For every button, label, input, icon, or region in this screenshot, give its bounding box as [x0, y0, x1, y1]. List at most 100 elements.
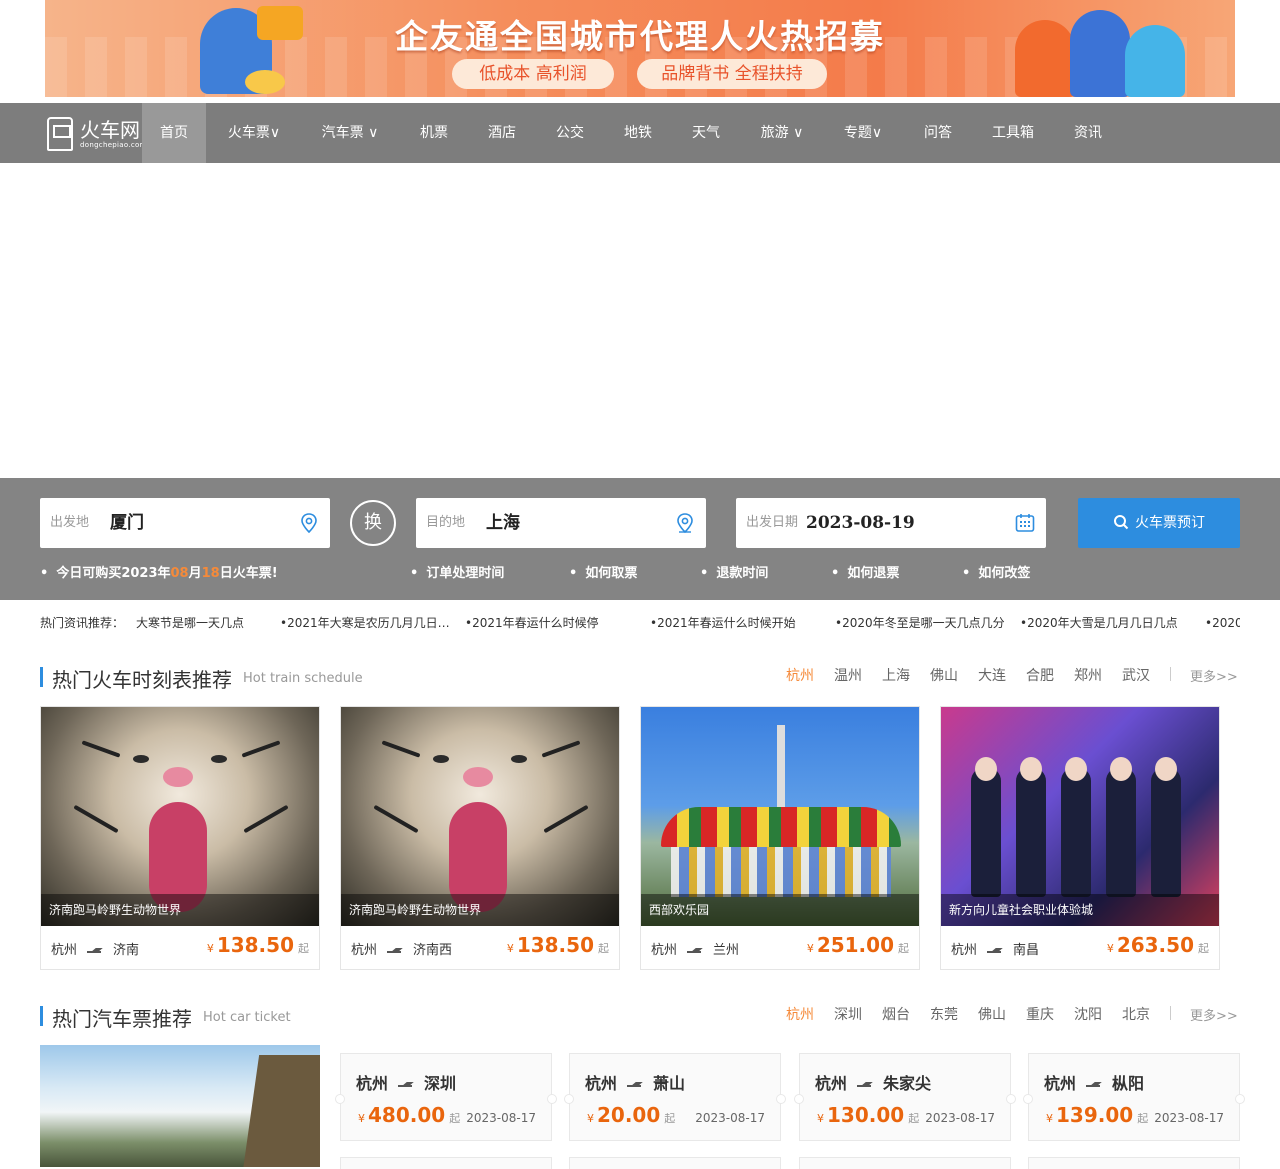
link-refund-time[interactable]: 退款时间 [700, 562, 768, 581]
bus-city-tab[interactable]: 烟台 [882, 1004, 910, 1024]
nav-toolbox[interactable]: 工具箱 [982, 103, 1044, 163]
train-more-link[interactable]: 更多>> [1190, 666, 1238, 685]
news-item[interactable]: •2020年大雪是几月几日几点 [1020, 614, 1178, 630]
photo-detail [463, 767, 493, 787]
nav-weather[interactable]: 天气 [678, 103, 734, 163]
attraction-photo: 新方向儿童社会职业体验城 [941, 707, 1219, 926]
bus-city-tab[interactable]: 重庆 [1026, 1004, 1054, 1024]
bus-route-card[interactable]: 杭州 枞阳 ¥139.00 起 2023-08-17 [1023, 1053, 1245, 1141]
train-city-tab[interactable]: 郑州 [1074, 665, 1102, 685]
news-item[interactable]: •2020年 [1205, 614, 1240, 630]
route-from: 杭州 [585, 1074, 618, 1093]
departure-date-field[interactable]: 出发日期 2023-08-19 [736, 498, 1046, 548]
route-from: 杭州 [815, 1074, 848, 1093]
bus-city-tab[interactable]: 东莞 [930, 1004, 958, 1024]
route-to: 朱家尖 [883, 1074, 932, 1093]
date-label: 出发日期 [746, 515, 799, 530]
presale-notice: 今日可购买2023年08月18日火车票! [40, 562, 277, 581]
book-button-label: 火车票预订 [1135, 515, 1205, 531]
route-to: 深圳 [424, 1074, 457, 1093]
bus-route-card-partial[interactable] [340, 1157, 552, 1169]
photo-detail [1106, 767, 1136, 897]
bus-route-card[interactable]: 杭州 深圳 ¥480.00 起 2023-08-17 [335, 1053, 557, 1141]
train-city-tab[interactable]: 上海 [882, 665, 910, 685]
nav-hotels[interactable]: 酒店 [474, 103, 530, 163]
site-logo[interactable]: 火车网 dongchepiao.com [45, 111, 146, 155]
bus-city-tab[interactable]: 北京 [1122, 1004, 1150, 1024]
link-order-processing-time[interactable]: 订单处理时间 [410, 562, 504, 581]
train-city-tab[interactable]: 温州 [834, 665, 862, 685]
train-route-card[interactable]: 西部欢乐园 杭州 兰州 ¥251.00 起 [640, 706, 920, 970]
link-how-to-collect[interactable]: 如何取票 [569, 562, 637, 581]
book-train-ticket-button[interactable]: 火车票预订 [1078, 498, 1240, 548]
photo-detail [971, 767, 1001, 897]
nav-home[interactable]: 首页 [142, 103, 206, 163]
nav-topics[interactable]: 专题∨ [832, 103, 894, 163]
from-value: 厦门 [110, 513, 144, 533]
nav-metro[interactable]: 地铁 [610, 103, 666, 163]
train-route-card[interactable]: 济南跑马岭野生动物世界 杭州 济南西 ¥138.50 起 [340, 706, 620, 970]
train-arrow-icon [687, 948, 703, 954]
link-how-to-refund[interactable]: 如何退票 [831, 562, 899, 581]
attraction-photo: 济南跑马岭野生动物世界 [41, 707, 319, 926]
bus-route-card-partial[interactable] [799, 1157, 1011, 1169]
promo-banner[interactable]: 企友通全国城市代理人火热招募 低成本 高利润 品牌背书 全程扶持 [45, 0, 1235, 97]
bus-route-card-partial[interactable] [1028, 1157, 1240, 1169]
train-city-tab[interactable]: 武汉 [1122, 665, 1150, 685]
nav-bus-lines[interactable]: 公交 [542, 103, 598, 163]
train-route-card[interactable]: 济南跑马岭野生动物世界 杭州 济南 ¥138.50 起 [40, 706, 320, 970]
to-station-field[interactable]: 目的地 上海 [416, 498, 706, 548]
to-label: 目的地 [426, 515, 466, 530]
route-from: 杭州 [951, 943, 978, 958]
from-station-field[interactable]: 出发地 厦门 [40, 498, 330, 548]
news-item[interactable]: •2020年冬至是哪一天几点几分 [835, 614, 1005, 630]
bus-route-card[interactable]: 杭州 朱家尖 ¥130.00 起 2023-08-17 [794, 1053, 1016, 1141]
train-section-subtitle: Hot train schedule [243, 671, 363, 686]
photo-detail [975, 757, 997, 781]
news-item[interactable]: •2021年大寒是农历几月几日… [280, 614, 450, 630]
bus-route-card-partial[interactable] [569, 1157, 781, 1169]
attraction-photo: 济南跑马岭野生动物世界 [341, 707, 619, 926]
nav-bus-tickets[interactable]: 汽车票 ∨ [310, 103, 390, 163]
bus-route-card[interactable]: 杭州 萧山 ¥20.00 起 2023-08-17 [564, 1053, 786, 1141]
bus-destination-photo[interactable] [40, 1045, 320, 1167]
link-how-to-change[interactable]: 如何改签 [962, 562, 1030, 581]
route-to: 济南西 [413, 943, 453, 958]
nav-train-tickets[interactable]: 火车票∨ [216, 103, 292, 163]
bus-city-tab[interactable]: 沈阳 [1074, 1004, 1102, 1024]
train-city-tab[interactable]: 杭州 [786, 665, 814, 685]
nav-flights[interactable]: 机票 [406, 103, 462, 163]
news-item[interactable]: 大寒节是哪一天几点 [136, 614, 244, 630]
card-price: ¥138.50 起 [207, 933, 309, 957]
nav-news[interactable]: 资讯 [1060, 103, 1116, 163]
bus-city-tab[interactable]: 深圳 [834, 1004, 862, 1024]
swap-stations-button[interactable]: 换 [350, 500, 396, 546]
train-route-card[interactable]: 新方向儿童社会职业体验城 杭州 南昌 ¥263.50 起 [940, 706, 1220, 970]
from-label: 出发地 [50, 515, 90, 530]
photo-detail [240, 1055, 320, 1167]
photo-caption: 新方向儿童社会职业体验城 [941, 894, 1219, 926]
news-item[interactable]: •2021年春运什么时候开始 [650, 614, 796, 630]
nav-qa[interactable]: 问答 [910, 103, 966, 163]
bus-date: 2023-08-17 [1154, 1111, 1224, 1125]
bus-route: 杭州 朱家尖 [815, 1070, 931, 1094]
bus-city-tab[interactable]: 佛山 [978, 1004, 1006, 1024]
train-city-tab[interactable]: 合肥 [1026, 665, 1054, 685]
card-price: ¥251.00 起 [807, 933, 909, 957]
bus-route: 杭州 枞阳 [1044, 1070, 1144, 1094]
bus-more-link[interactable]: 更多>> [1190, 1005, 1238, 1024]
ticket-notch [1235, 1094, 1245, 1104]
search-icon [1114, 515, 1129, 530]
logo-domain: dongchepiao.com [80, 141, 147, 149]
train-city-tab[interactable]: 大连 [978, 665, 1006, 685]
news-item[interactable]: •2021年春运什么时候停 [465, 614, 599, 630]
train-arrow-icon [987, 948, 1003, 954]
nav-travel[interactable]: 旅游 ∨ [748, 103, 816, 163]
currency-symbol: ¥ [358, 1112, 365, 1125]
currency-symbol: ¥ [806, 942, 814, 955]
destination-pin-icon [677, 513, 693, 534]
bus-date: 2023-08-17 [925, 1111, 995, 1125]
bus-city-tab[interactable]: 杭州 [786, 1004, 814, 1024]
section-accent-bar [40, 1006, 43, 1026]
train-city-tab[interactable]: 佛山 [930, 665, 958, 685]
